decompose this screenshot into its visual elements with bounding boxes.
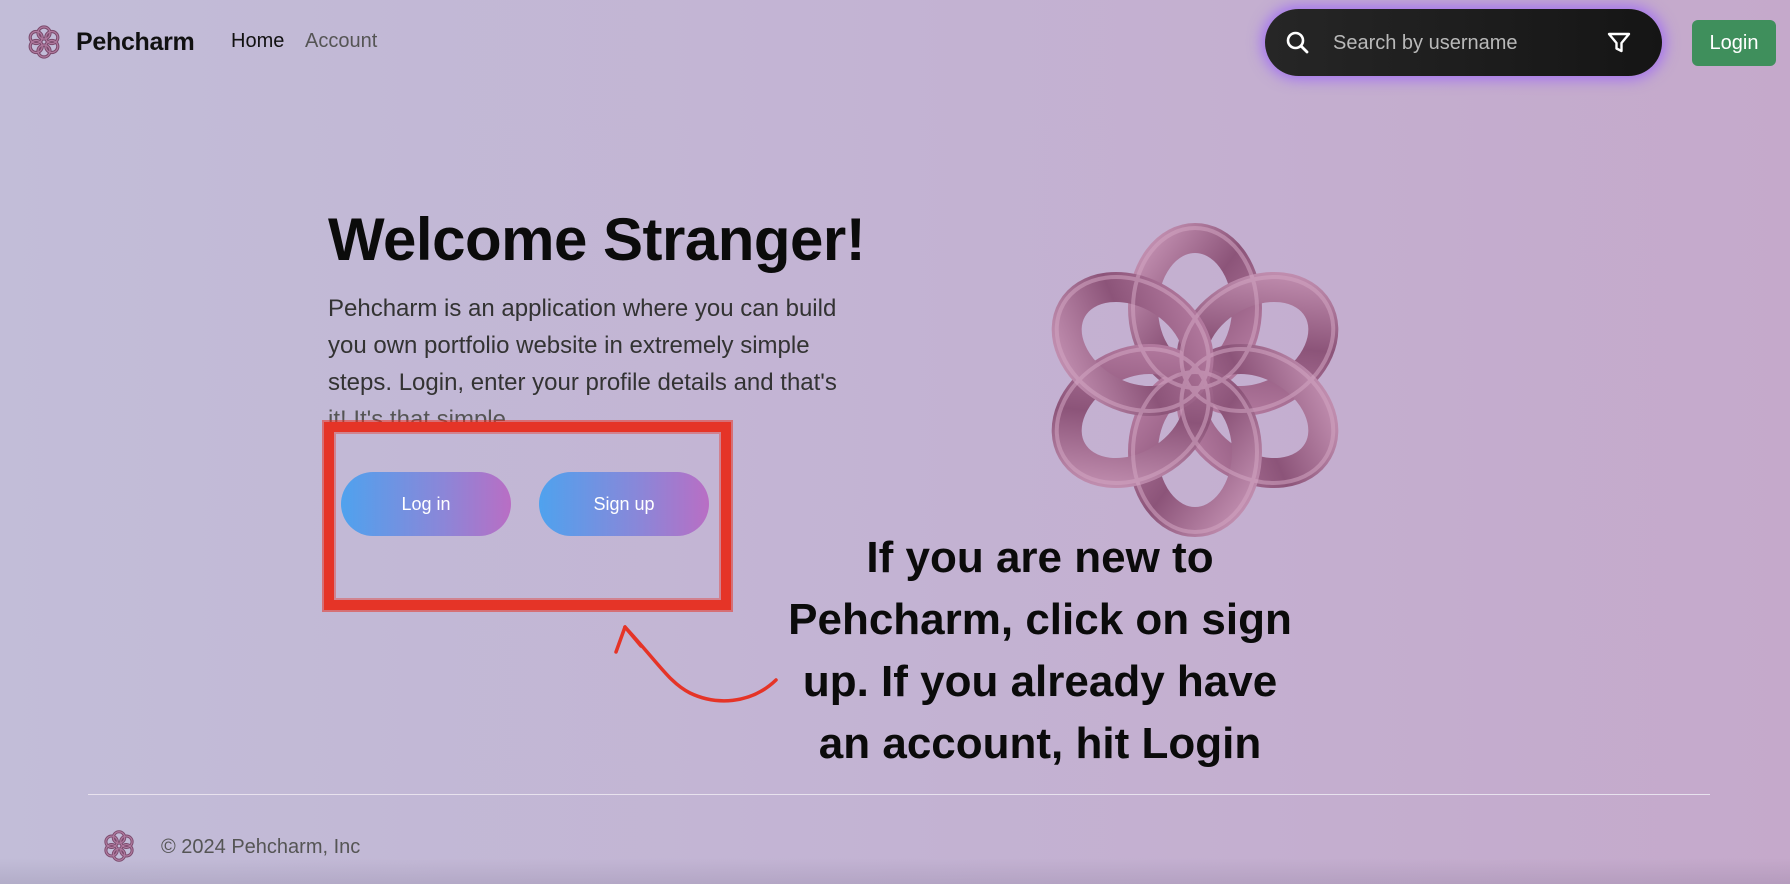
hero-description: Pehcharm is an application where you can… bbox=[328, 290, 858, 438]
annotation-line: an account, hit Login bbox=[818, 719, 1262, 768]
hero-title: Welcome Stranger! bbox=[328, 206, 866, 273]
annotation-highlight-box bbox=[324, 422, 731, 610]
nav-link-account[interactable]: Account bbox=[305, 30, 377, 53]
bottom-strip bbox=[0, 884, 1790, 896]
annotation-text: If you are new to Pehcharm, click on sig… bbox=[760, 527, 1320, 775]
annotation-line: up. If you already have bbox=[802, 657, 1278, 706]
hero-description-line: steps. Login, enter your profile details… bbox=[328, 369, 837, 396]
brand-link[interactable]: Pehcharm bbox=[24, 22, 195, 62]
annotation-line: Pehcharm, click on sign bbox=[788, 595, 1292, 644]
brand-name: Pehcharm bbox=[76, 27, 195, 56]
brand-logo-icon bbox=[28, 25, 60, 59]
navbar: Pehcharm Home Account Login bbox=[0, 0, 1790, 86]
footer-divider bbox=[88, 794, 1710, 795]
hero-description-line: Pehcharm is an application where you can… bbox=[328, 295, 837, 322]
footer-copyright: © 2024 Pehcharm, Inc bbox=[161, 836, 361, 858]
bottom-shade bbox=[0, 858, 1790, 884]
hero-description-line: you own portfolio website in extremely s… bbox=[328, 332, 810, 359]
search-bar bbox=[1265, 9, 1662, 76]
filter-icon[interactable] bbox=[1605, 29, 1633, 57]
nav-link-home[interactable]: Home bbox=[231, 30, 284, 53]
hero-flower-logo-icon bbox=[1051, 223, 1339, 537]
search-icon[interactable] bbox=[1284, 29, 1312, 57]
footer-logo-icon bbox=[104, 830, 134, 862]
search-input[interactable] bbox=[1333, 23, 1593, 63]
navbar-login-button[interactable]: Login bbox=[1692, 20, 1776, 66]
